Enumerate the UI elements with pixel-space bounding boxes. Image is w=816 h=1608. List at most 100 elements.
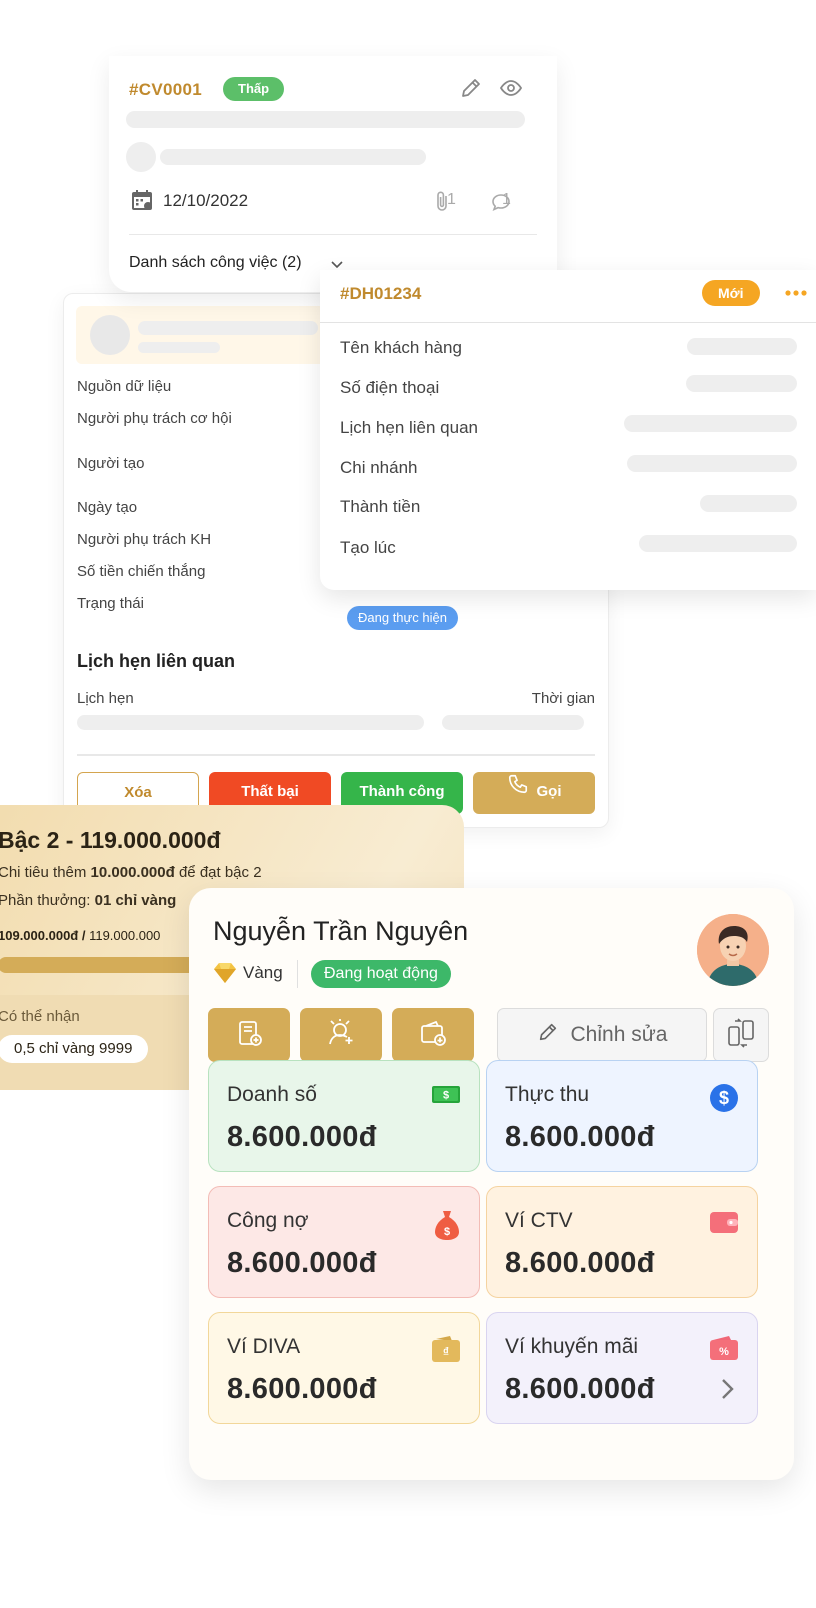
opportunity-title-placeholder — [138, 321, 318, 335]
tier-title: Bậc 2 - 119.000.000đ — [0, 827, 221, 853]
stat-value: 8.600.000đ — [505, 1373, 655, 1405]
pencil-icon — [537, 1021, 559, 1049]
wallet-add-icon — [418, 1018, 448, 1053]
view-icon[interactable] — [499, 76, 523, 105]
stat-value: 8.600.000đ — [505, 1247, 655, 1279]
switch-device-button[interactable] — [713, 1008, 769, 1062]
stat-label: Công nợ — [227, 1209, 309, 1232]
svg-text:$: $ — [444, 1226, 450, 1238]
add-card-button[interactable] — [208, 1008, 290, 1062]
phone-icon — [507, 771, 529, 811]
opportunity-avatar-placeholder — [90, 315, 130, 355]
coin-wallet-icon: ₫ — [431, 1335, 461, 1368]
call-button-label: Gọi — [536, 783, 562, 800]
stat-label: Ví khuyến mãi — [505, 1335, 639, 1358]
add-wallet-button[interactable] — [392, 1008, 474, 1062]
task-card[interactable]: #CV0001 Thấp 12/10/2022 1 1 Danh sách cô… — [109, 56, 557, 292]
appointment-placeholder — [77, 715, 424, 730]
stat-promo-wallet[interactable]: Ví khuyến mãi 8.600.000đ % — [486, 1312, 758, 1424]
task-due-date: 12/10/2022 — [163, 191, 249, 210]
tier-progress-text: 109.000.000đ / 119.000.000 — [0, 928, 161, 943]
edit-button[interactable]: Chỉnh sửa — [497, 1008, 707, 1062]
customer-tier: Vàng — [243, 963, 283, 982]
stat-ctv-wallet[interactable]: Ví CTV 8.600.000đ — [486, 1186, 758, 1298]
field-label: Lịch hẹn liên quan — [340, 418, 479, 437]
column-header-appointment: Lịch hẹn — [77, 690, 134, 707]
stat-revenue[interactable]: Doanh số 8.600.000đ $ — [208, 1060, 480, 1172]
stat-label: Ví CTV — [505, 1209, 573, 1232]
field-label: Thành tiền — [340, 497, 421, 516]
more-icon[interactable] — [784, 284, 808, 302]
add-contact-button[interactable] — [300, 1008, 382, 1062]
stat-value: 8.600.000đ — [505, 1121, 655, 1153]
opportunity-subtitle-placeholder — [138, 342, 220, 353]
svg-text:%: % — [719, 1346, 729, 1358]
value-placeholder — [624, 415, 797, 432]
value-placeholder — [627, 455, 797, 472]
edit-icon[interactable] — [459, 76, 483, 105]
task-list-toggle[interactable]: Danh sách công việc (2) — [129, 254, 302, 272]
customer-card: Nguyễn Trần Nguyên Vàng Đang hoạt động C… — [189, 888, 794, 1480]
user-add-icon — [326, 1018, 356, 1053]
comment-count: 1 — [502, 191, 511, 208]
stat-label: Ví DIVA — [227, 1335, 301, 1358]
discount-wallet-icon: % — [709, 1335, 739, 1366]
section-title: Lịch hẹn liên quan — [77, 651, 236, 671]
svg-text:$: $ — [443, 1090, 449, 1102]
field-label: Tên khách hàng — [340, 338, 462, 357]
edit-button-label: Chỉnh sửa — [570, 1023, 668, 1046]
order-status-badge: Mới — [702, 280, 760, 306]
stat-label: Doanh số — [227, 1083, 317, 1106]
call-button[interactable]: Gọi — [473, 772, 595, 814]
divider — [297, 960, 298, 988]
field-label: Tạo lúc — [340, 538, 396, 557]
svg-text:₫: ₫ — [443, 1345, 449, 1359]
card-add-icon — [234, 1018, 264, 1053]
value-placeholder — [639, 535, 797, 552]
assignee-avatar-placeholder — [126, 142, 156, 172]
stat-label: Thực thu — [505, 1083, 590, 1106]
task-code: #CV0001 — [129, 80, 202, 99]
diamond-icon — [213, 962, 237, 989]
calendar-icon — [131, 189, 153, 216]
field-label: Người phụ trách cơ hội — [77, 410, 232, 427]
svg-text:$: $ — [719, 1088, 729, 1108]
field-label: Ngày tạo — [77, 499, 138, 516]
stat-actual-income[interactable]: Thực thu 8.600.000đ $ — [486, 1060, 758, 1172]
divider — [77, 754, 595, 756]
cash-icon: $ — [431, 1083, 461, 1110]
value-placeholder — [687, 338, 797, 355]
value-placeholder — [700, 495, 797, 512]
chevron-right-icon[interactable] — [719, 1377, 735, 1406]
field-label: Chi nhánh — [340, 458, 418, 477]
reward-value: 0,5 chỉ vàng 9999 — [0, 1035, 149, 1063]
stat-debt[interactable]: Công nợ 8.600.000đ $ — [208, 1186, 480, 1298]
field-label: Số tiền chiến thắng — [77, 563, 206, 580]
stat-value: 8.600.000đ — [227, 1373, 377, 1405]
order-code: #DH01234 — [340, 284, 422, 303]
divider — [320, 322, 816, 323]
field-label: Nguồn dữ liệu — [77, 378, 172, 395]
attachment-count: 1 — [447, 191, 456, 208]
task-title-placeholder — [126, 111, 525, 128]
field-label: Người tạo — [77, 455, 145, 472]
stat-value: 8.600.000đ — [227, 1247, 377, 1279]
field-label: Số điện thoại — [340, 378, 440, 397]
wallet-icon — [709, 1209, 739, 1240]
stat-diva-wallet[interactable]: Ví DIVA 8.600.000đ ₫ — [208, 1312, 480, 1424]
customer-name: Nguyễn Trần Nguyên — [213, 916, 469, 946]
value-placeholder — [686, 375, 797, 392]
status-badge: Đang thực hiện — [347, 606, 458, 630]
customer-status-badge: Đang hoạt động — [311, 960, 451, 988]
order-card: #DH01234 Mới Tên khách hàng Số điện thoạ… — [320, 270, 816, 590]
divider — [129, 234, 537, 235]
assignee-name-placeholder — [160, 149, 426, 165]
avatar[interactable] — [697, 914, 769, 986]
priority-badge: Thấp — [223, 77, 285, 101]
stat-value: 8.600.000đ — [227, 1121, 377, 1153]
time-placeholder — [442, 715, 584, 730]
tier-reward-hint: Phần thưởng: 01 chỉ vàng — [0, 892, 177, 909]
phone-swap-icon — [726, 1017, 756, 1053]
field-label: Người phụ trách KH — [77, 531, 212, 548]
field-label: Trạng thái — [77, 595, 144, 612]
